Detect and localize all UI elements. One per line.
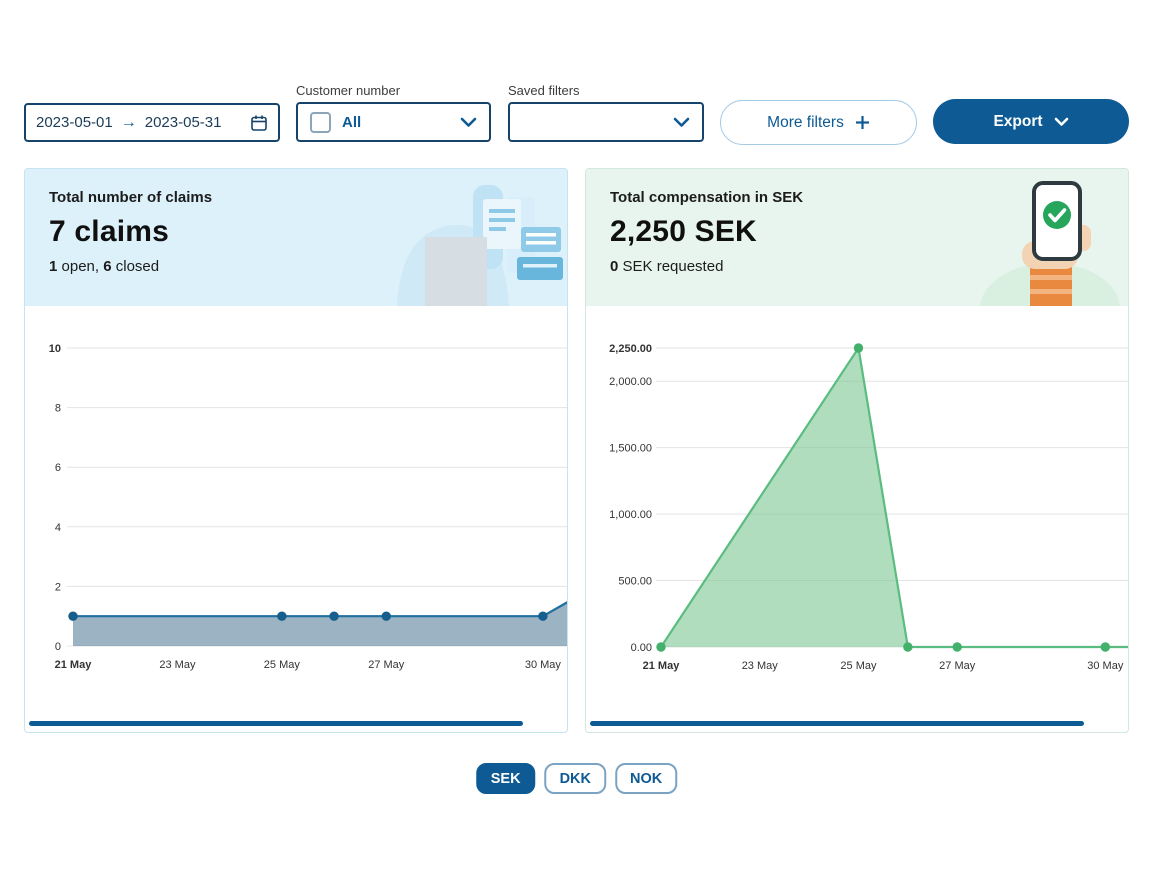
svg-text:30 May: 30 May (1087, 660, 1124, 672)
buildings-document-illustration (397, 169, 567, 306)
currency-sek-button[interactable]: SEK (476, 763, 536, 794)
chevron-down-icon (673, 117, 690, 128)
export-button[interactable]: Export (933, 99, 1129, 144)
svg-text:2,000.00: 2,000.00 (609, 376, 652, 388)
svg-text:2,250.00: 2,250.00 (609, 343, 652, 355)
arrow-right-icon: → (121, 114, 137, 132)
select-all-checkbox[interactable] (310, 112, 331, 133)
plus-icon (855, 115, 870, 130)
date-from-value: 2023-05-01 (36, 114, 113, 131)
customer-number-value: All (342, 114, 361, 131)
svg-text:2: 2 (55, 581, 61, 593)
svg-text:21 May: 21 May (643, 660, 681, 672)
svg-text:500.00: 500.00 (618, 576, 652, 588)
svg-text:1,000.00: 1,000.00 (609, 509, 652, 521)
svg-text:8: 8 (55, 403, 61, 415)
compensation-chart: 0.00 500.00 1,000.00 1,500.00 2,000.00 2,250.… (586, 306, 1129, 696)
svg-text:23 May: 23 May (742, 660, 779, 672)
customer-number-select[interactable]: All (296, 102, 491, 142)
saved-filters-select[interactable] (508, 102, 704, 142)
more-filters-button[interactable]: More filters (720, 100, 917, 145)
svg-text:27 May: 27 May (939, 660, 976, 672)
chevron-down-icon (1054, 117, 1069, 127)
claims-card: Total number of claims 7 claims 1 open, … (24, 168, 568, 733)
svg-text:6: 6 (55, 462, 61, 474)
claims-chart-scrollbar[interactable] (29, 721, 523, 726)
svg-text:21 May: 21 May (55, 659, 93, 671)
currency-nok-button[interactable]: NOK (615, 763, 677, 794)
svg-text:30 May: 30 May (525, 659, 562, 671)
currency-toggle: SEK DKK NOK (476, 763, 677, 794)
claims-card-header: Total number of claims 7 claims 1 open, … (25, 169, 567, 306)
saved-filters-label: Saved filters (508, 83, 580, 98)
svg-text:0.00: 0.00 (631, 642, 652, 654)
svg-text:0: 0 (55, 641, 61, 653)
svg-text:23 May: 23 May (159, 659, 196, 671)
claims-chart: 0 2 4 6 8 10 21 May 23 May 25 May 27 May 30 May (25, 306, 568, 696)
date-to-value: 2023-05-31 (145, 114, 222, 131)
svg-text:27 May: 27 May (368, 659, 405, 671)
compensation-card-header: Total compensation in SEK 2,250 SEK 0 SE… (586, 169, 1128, 306)
hand-phone-check-illustration (978, 169, 1128, 306)
chevron-down-icon (460, 117, 477, 128)
svg-text:4: 4 (55, 522, 61, 534)
customer-number-label: Customer number (296, 83, 400, 98)
compensation-chart-scrollbar[interactable] (590, 721, 1084, 726)
more-filters-label: More filters (767, 114, 844, 132)
calendar-icon (250, 114, 268, 132)
date-range-input[interactable]: 2023-05-01 → 2023-05-31 (24, 103, 280, 142)
svg-text:10: 10 (49, 343, 61, 355)
compensation-card: Total compensation in SEK 2,250 SEK 0 SE… (585, 168, 1129, 733)
export-label: Export (993, 113, 1042, 131)
svg-text:25 May: 25 May (264, 659, 301, 671)
svg-text:1,500.00: 1,500.00 (609, 443, 652, 455)
svg-text:25 May: 25 May (840, 660, 877, 672)
claims-dashboard: 2023-05-01 → 2023-05-31 Customer number … (0, 0, 1153, 872)
currency-dkk-button[interactable]: DKK (545, 763, 606, 794)
